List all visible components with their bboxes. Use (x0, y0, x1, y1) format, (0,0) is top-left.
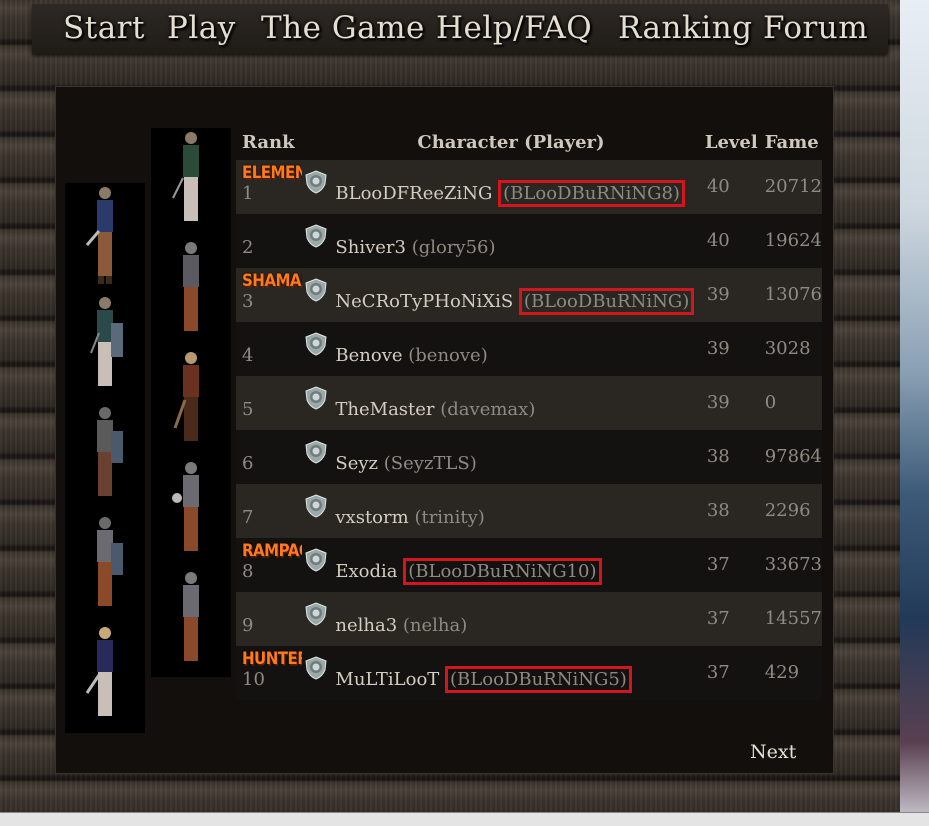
character-name-link[interactable]: Exodia (335, 561, 397, 582)
character-sprite (171, 128, 211, 232)
player-name[interactable]: (benove) (408, 345, 487, 366)
shield-icon (305, 224, 327, 248)
character-sprite (85, 513, 125, 617)
character-name-link[interactable]: vxstorm (335, 507, 408, 528)
table-row: 2 Shiver3 (glory56) 40 19624 (236, 214, 822, 268)
rank-number: 8 (242, 560, 254, 582)
player-name[interactable]: (davemax) (440, 399, 535, 420)
level-value: 39 (706, 391, 730, 413)
window-bottom-bar (0, 812, 929, 826)
character-name-link[interactable]: TheMaster (335, 399, 434, 420)
character-name-link[interactable]: Shiver3 (335, 237, 406, 258)
player-name-highlighted[interactable]: (BLooDBuRNiNG8) (498, 179, 685, 207)
shield-icon (305, 332, 327, 356)
nav-play[interactable]: Play (167, 10, 236, 46)
nav-help-faq[interactable]: Help/FAQ (436, 10, 592, 46)
fame-value: 13076 (764, 283, 822, 305)
character-sprite (85, 403, 125, 507)
header-character: Character (Player) (417, 131, 605, 153)
fame-value: 97864 (764, 445, 822, 467)
rank-number: 3 (242, 290, 254, 312)
header-rank: Rank (242, 131, 295, 153)
class-label: HUNTER (242, 648, 309, 669)
character-sprite (85, 293, 125, 397)
shield-icon (305, 494, 327, 518)
player-name-highlighted[interactable]: (BLooDBuRNiNG10) (403, 557, 602, 585)
main-nav: Start Play The Game Help/FAQ Ranking For… (32, 4, 888, 54)
level-value: 37 (706, 661, 730, 683)
character-name-link[interactable]: nelha3 (335, 615, 397, 636)
nav-start[interactable]: Start (63, 10, 145, 46)
character-name-link[interactable]: MuLTiLooT (335, 669, 439, 690)
table-row: 4 Benove (benove) 39 3028 (236, 322, 822, 376)
rank-number: 7 (242, 506, 254, 528)
scenery-strip (900, 0, 929, 825)
fame-value: 19624 (764, 229, 822, 251)
player-name[interactable]: (nelha) (403, 615, 467, 636)
shield-icon (305, 440, 327, 464)
player-name[interactable]: (SeyzTLS) (384, 453, 477, 474)
player-name[interactable]: (glory56) (412, 237, 496, 258)
table-row: RAMPAGNER 8 Exodia (BLooDBuRNiNG10) 37 3… (236, 538, 822, 592)
level-value: 39 (706, 283, 730, 305)
fame-value: 429 (764, 661, 800, 683)
shield-icon (305, 602, 327, 626)
rank-number: 4 (242, 344, 254, 366)
fame-value: 33673 (764, 553, 822, 575)
nav-ranking[interactable]: Ranking (618, 10, 753, 46)
player-name[interactable]: (trinity) (414, 507, 484, 528)
character-name-link[interactable]: BLooDFReeZiNG (335, 183, 492, 204)
shield-icon (305, 170, 327, 194)
level-value: 38 (706, 445, 730, 467)
table-header-row: Rank Character (Player) Level Fame (236, 124, 822, 160)
table-row: 6 Seyz (SeyzTLS) 38 97864 (236, 430, 822, 484)
level-value: 37 (706, 553, 730, 575)
header-fame: Fame (764, 131, 819, 153)
table-row: HUNTER 10 MuLTiLooT (BLooDBuRNiNG5) 37 4… (236, 646, 822, 700)
shield-icon (305, 548, 327, 572)
table-row: ELEMENTALIST 1 BLooDFReeZiNG (BLooDBuRNi… (236, 160, 822, 214)
character-name-link[interactable]: Benove (335, 345, 402, 366)
fame-value: 0 (764, 391, 777, 413)
fame-value: 2296 (764, 499, 811, 521)
rank-number: 10 (242, 668, 265, 690)
level-value: 40 (706, 229, 730, 251)
rank-number: 2 (242, 236, 254, 258)
character-sprite (171, 568, 211, 672)
shield-icon (305, 278, 327, 302)
header-level: Level (704, 131, 758, 153)
character-name-link[interactable]: Seyz (335, 453, 378, 474)
rank-number: 6 (242, 452, 254, 474)
table-row: 7 vxstorm (trinity) 38 2296 (236, 484, 822, 538)
table-row: 5 TheMaster (davemax) 39 0 (236, 376, 822, 430)
player-name-highlighted[interactable]: (BLooDBuRNiNG) (518, 287, 695, 315)
rank-number: 1 (242, 182, 254, 204)
player-name-highlighted[interactable]: (BLooDBuRNiNG5) (445, 665, 632, 693)
character-column-left (65, 183, 145, 733)
character-column-right (151, 128, 231, 677)
character-sprite (85, 623, 125, 727)
fame-value: 14557 (764, 607, 822, 629)
table-row: SHAMAN 3 NeCRoTyPHoNiXiS (BLooDBuRNiNG) … (236, 268, 822, 322)
level-value: 37 (706, 607, 730, 629)
rank-number: 9 (242, 614, 254, 636)
nav-the-game[interactable]: The Game (261, 10, 425, 46)
ranking-table: Rank Character (Player) Level Fame ELEME… (236, 124, 822, 700)
fame-value: 3028 (764, 337, 811, 359)
nav-forum[interactable]: Forum (763, 10, 868, 46)
level-value: 38 (706, 499, 730, 521)
table-row: 9 nelha3 (nelha) 37 14557 (236, 592, 822, 646)
character-sprite (171, 348, 211, 452)
level-value: 40 (706, 175, 730, 197)
next-page-link[interactable]: Next (750, 741, 796, 763)
fame-value: 20712 (764, 175, 822, 197)
shield-icon (305, 656, 327, 680)
character-name-link[interactable]: NeCRoTyPHoNiXiS (335, 291, 513, 312)
character-sprite (171, 458, 211, 562)
character-sprite (171, 238, 211, 342)
rank-number: 5 (242, 398, 254, 420)
shield-icon (305, 386, 327, 410)
level-value: 39 (706, 337, 730, 359)
character-sprite (85, 183, 125, 287)
